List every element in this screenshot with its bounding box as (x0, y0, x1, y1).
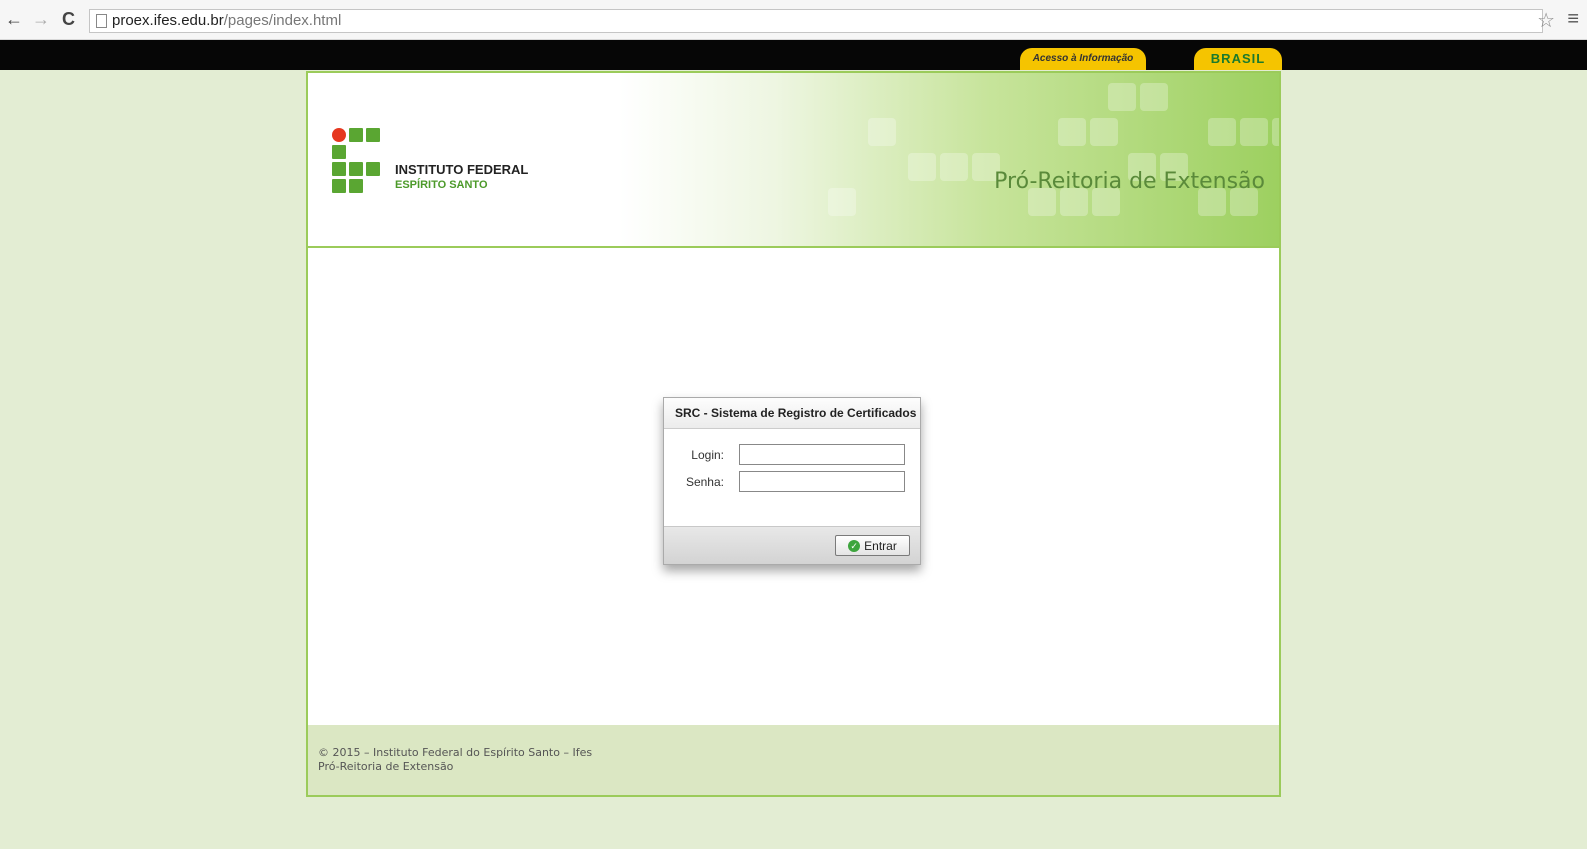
acesso-informacao-link[interactable]: Acesso à Informação (1020, 48, 1146, 70)
url-path: /pages/index.html (223, 12, 342, 29)
check-icon: ✓ (848, 540, 861, 553)
ifes-logo (332, 128, 392, 193)
senha-input[interactable] (739, 471, 905, 492)
forward-arrow-icon[interactable]: → (32, 9, 50, 29)
footer-copyright: © 2015 – Instituto Federal do Espírito S… (318, 746, 593, 759)
star-icon[interactable]: ☆ (1537, 8, 1555, 33)
reload-icon[interactable]: C (62, 9, 75, 29)
dialog-title: SRC - Sistema de Registro de Certificado… (664, 398, 920, 429)
page-title: Pró-Reitoria de Extensão (994, 169, 1265, 194)
menu-icon[interactable]: ≡ (1567, 8, 1579, 31)
footer-department: Pró-Reitoria de Extensão (318, 760, 454, 773)
institution-name: INSTITUTO FEDERAL (395, 162, 529, 177)
brasil-link[interactable]: BRASIL (1194, 48, 1282, 70)
login-dialog: SRC - Sistema de Registro de Certificado… (663, 397, 921, 565)
page-icon (96, 14, 107, 28)
browser-toolbar: ← → C proex.ifes.edu.br/pages/index.html… (0, 0, 1587, 40)
dialog-footer: ✓ Entrar (664, 526, 920, 564)
login-label: Login: (691, 448, 724, 462)
senha-label: Senha: (685, 475, 724, 489)
login-input[interactable] (739, 444, 905, 465)
enter-button[interactable]: ✓ Entrar (835, 535, 910, 556)
page-footer: © 2015 – Instituto Federal do Espírito S… (308, 725, 1279, 795)
back-arrow-icon[interactable]: ← (5, 9, 23, 29)
header-decoration (728, 78, 1279, 243)
address-bar[interactable]: proex.ifes.edu.br/pages/index.html (89, 9, 1543, 33)
page-header: INSTITUTO FEDERAL ESPÍRITO SANTO Pró-Rei… (308, 73, 1279, 248)
url-host: proex.ifes.edu.br (112, 12, 224, 29)
institution-subtitle: ESPÍRITO SANTO (395, 179, 488, 191)
enter-label: Entrar (864, 538, 897, 553)
gov-bar: Acesso à Informação BRASIL (0, 40, 1587, 70)
